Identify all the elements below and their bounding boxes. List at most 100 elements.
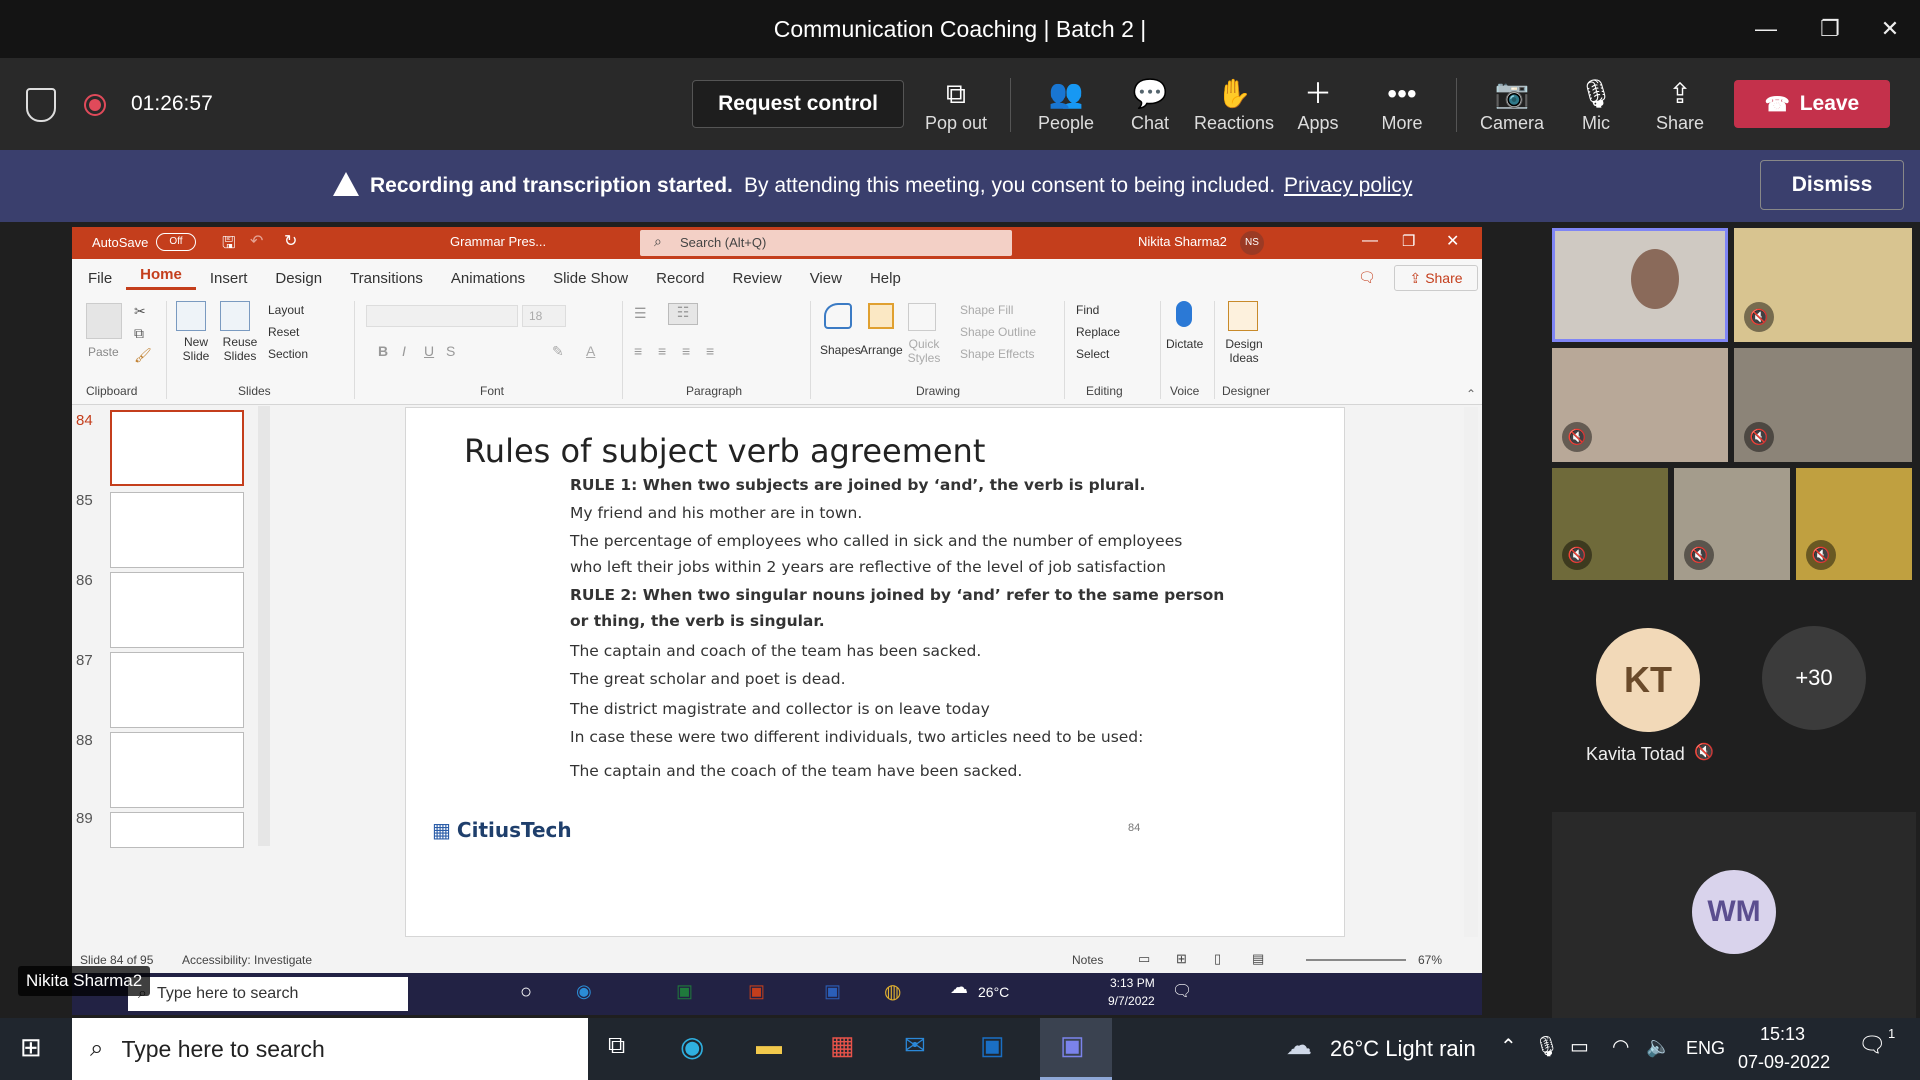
shape-outline-button[interactable]: Shape Outline [960, 325, 1036, 339]
numbering-icon[interactable]: ☷ [668, 303, 698, 325]
autosave-toggle[interactable]: Off [156, 233, 196, 251]
inner-search-box[interactable]: ⌕ Type here to search [128, 977, 408, 1011]
tab-home[interactable]: Home [126, 266, 196, 290]
more-button[interactable]: ••• More [1360, 64, 1444, 144]
collapse-ribbon-icon[interactable]: ⌃ [1466, 387, 1476, 401]
ppt-user-avatar[interactable]: NS [1240, 231, 1264, 255]
arrange-button[interactable]: Arrange [860, 343, 903, 357]
file-explorer-icon[interactable]: ▬ [756, 1030, 782, 1061]
edge-icon[interactable]: ◉ [576, 981, 592, 1002]
save-icon[interactable]: 🖫 [222, 232, 236, 259]
arrange-icon[interactable] [868, 303, 894, 329]
minimize-icon[interactable]: — [1736, 0, 1796, 58]
zoom-level[interactable]: 67% [1418, 953, 1442, 967]
pop-out-button[interactable]: ⧉ Pop out [914, 64, 998, 144]
taskbar-time[interactable]: 15:13 [1760, 1024, 1805, 1045]
font-color-icon[interactable]: A [586, 343, 595, 359]
font-name-dropdown[interactable] [366, 305, 518, 327]
battery-icon[interactable]: ▭ [1570, 1034, 1589, 1059]
bold-icon[interactable]: B [378, 343, 388, 359]
reset-button[interactable]: Reset [268, 325, 299, 339]
camera-button[interactable]: 📷 Camera [1470, 64, 1554, 144]
tab-review[interactable]: Review [719, 270, 796, 287]
design-ideas-button[interactable]: Design Ideas [1222, 337, 1266, 365]
participant-video[interactable]: 🔇 [1734, 348, 1912, 462]
more-participants-button[interactable]: +30 [1762, 626, 1866, 730]
chrome-icon[interactable]: ◍ [884, 979, 901, 1004]
justify-icon[interactable]: ≡ [706, 343, 714, 359]
action-center-icon[interactable]: 🗨 [1858, 1032, 1886, 1058]
windows-start-icon[interactable]: ⊞ [20, 1032, 42, 1063]
wifi-icon[interactable]: ◠ [1612, 1034, 1629, 1059]
request-control-button[interactable]: Request control [692, 80, 904, 128]
leave-button[interactable]: ☎ Leave [1734, 80, 1890, 128]
participant-video[interactable]: 🔇 [1796, 468, 1912, 580]
normal-view-icon[interactable]: ▭ [1138, 951, 1150, 967]
excel-icon[interactable]: ▣ [676, 981, 693, 1002]
ppt-filename[interactable]: Grammar Pres... [450, 234, 546, 249]
reuse-slides-button[interactable]: Reuse Slides [220, 335, 260, 363]
edge-icon[interactable]: ◉ [680, 1030, 704, 1063]
comments-icon[interactable]: 🗨 [1358, 269, 1376, 286]
align-left-icon[interactable]: ≡ [634, 343, 642, 359]
slide-thumbnail[interactable] [110, 410, 244, 486]
undo-icon[interactable]: ↶ [250, 231, 263, 251]
slide-thumbnail[interactable] [110, 812, 244, 848]
thumbnail-scrollbar[interactable] [258, 406, 270, 846]
find-button[interactable]: Find [1076, 303, 1099, 317]
dictate-button[interactable]: Dictate [1166, 337, 1203, 351]
participant-video[interactable]: 🔇 [1674, 468, 1790, 580]
shapes-button[interactable]: Shapes [820, 343, 861, 357]
shape-effects-button[interactable]: Shape Effects [960, 347, 1035, 361]
tab-slide-show[interactable]: Slide Show [539, 270, 642, 287]
participant-video-active-speaker[interactable] [1552, 228, 1728, 342]
notes-button[interactable]: Notes [1072, 953, 1103, 967]
font-size-dropdown[interactable]: 18 [522, 305, 566, 327]
powerpoint-icon[interactable]: ▣ [748, 981, 765, 1002]
slideshow-icon[interactable]: ▤ [1252, 951, 1264, 967]
slide-thumbnail[interactable] [110, 572, 244, 648]
notification-icon[interactable]: 🗨 [1172, 981, 1192, 1001]
align-right-icon[interactable]: ≡ [682, 343, 690, 359]
align-center-icon[interactable]: ≡ [658, 343, 666, 359]
paste-icon[interactable] [86, 303, 122, 339]
slide-canvas[interactable]: Rules of subject verb agreement RULE 1: … [405, 407, 1345, 937]
tab-file[interactable]: File [74, 270, 126, 287]
tab-transitions[interactable]: Transitions [336, 270, 437, 287]
tab-view[interactable]: View [796, 270, 856, 287]
task-view-icon[interactable]: ⧉ [608, 1032, 625, 1060]
new-slide-icon[interactable] [176, 301, 206, 331]
select-button[interactable]: Select [1076, 347, 1109, 361]
teams-taskbar-button[interactable]: ▣ [1040, 1018, 1112, 1080]
reactions-button[interactable]: ✋ Reactions [1192, 64, 1276, 144]
outlook-icon[interactable]: ▣ [980, 1030, 1005, 1061]
participant-video[interactable]: 🔇 [1552, 348, 1728, 462]
store-icon[interactable]: ▦ [830, 1030, 855, 1061]
tab-animations[interactable]: Animations [437, 270, 539, 287]
underline-icon[interactable]: U [424, 343, 434, 359]
shapes-icon[interactable] [824, 303, 852, 329]
close-icon[interactable]: ✕ [1860, 0, 1920, 58]
replace-button[interactable]: Replace [1076, 325, 1120, 339]
quick-styles-icon[interactable] [908, 303, 936, 331]
reading-view-icon[interactable]: ▯ [1214, 951, 1221, 967]
word-icon[interactable]: ▣ [824, 981, 841, 1002]
volume-icon[interactable]: 🔈 [1646, 1034, 1671, 1059]
new-slide-button[interactable]: New Slide [176, 335, 216, 363]
mail-icon[interactable]: ✉ [904, 1030, 926, 1061]
bullets-icon[interactable]: ☰ [634, 305, 647, 322]
privacy-policy-link[interactable]: Privacy policy [1284, 174, 1412, 198]
section-button[interactable]: Section [268, 347, 308, 361]
participant-video[interactable]: 🔇 [1734, 228, 1912, 342]
ppt-share-button[interactable]: ⇪ Share [1394, 265, 1478, 291]
ppt-close-icon[interactable]: ✕ [1446, 231, 1459, 251]
language-indicator[interactable]: ENG [1686, 1038, 1725, 1059]
accessibility-status[interactable]: Accessibility: Investigate [182, 953, 312, 967]
chat-button[interactable]: 💬 Chat [1108, 64, 1192, 144]
layout-button[interactable]: Layout [268, 303, 304, 317]
shadow-icon[interactable]: S [446, 343, 455, 359]
taskbar-search-box[interactable]: ⌕ Type here to search [72, 1018, 588, 1080]
participant-video[interactable]: 🔇 [1552, 468, 1668, 580]
highlight-icon[interactable]: ✎ [552, 343, 564, 360]
redo-icon[interactable]: ↻ [284, 231, 297, 251]
